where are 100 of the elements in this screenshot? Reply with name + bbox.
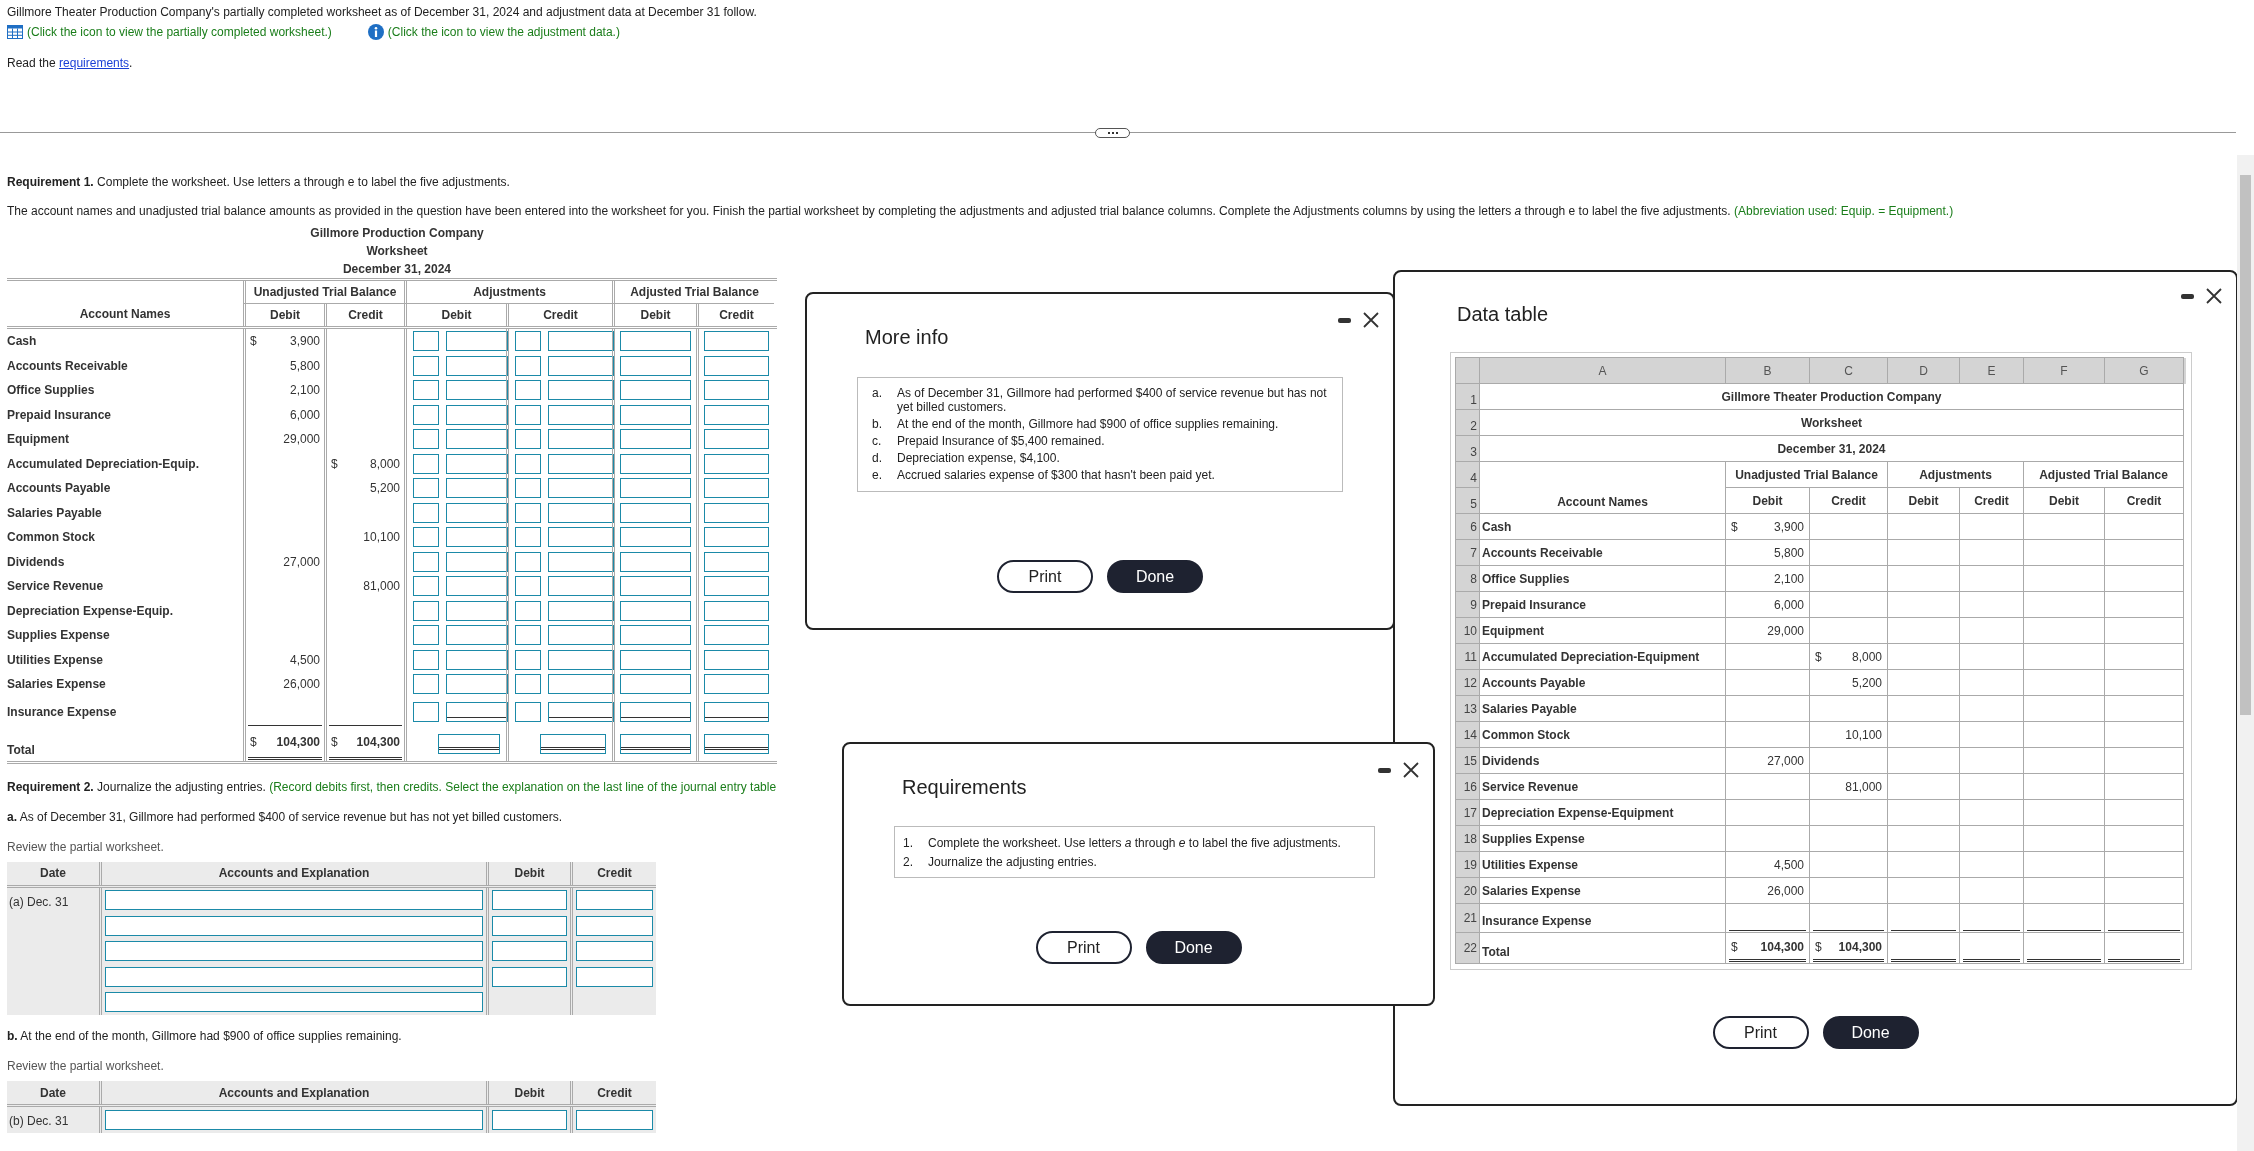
account-field[interactable] [105,966,483,987]
amount-field[interactable] [446,502,508,523]
amount-field[interactable] [446,331,508,352]
amount-field[interactable] [704,701,769,722]
amount-field[interactable] [704,600,769,621]
amount-field[interactable] [620,600,691,621]
letter-field[interactable] [515,649,541,670]
debit-field[interactable] [492,941,567,962]
letter-field[interactable] [515,331,541,352]
amount-field[interactable] [704,551,769,572]
amount-field[interactable] [446,625,508,646]
amount-field[interactable] [446,453,508,474]
amount-field[interactable] [446,674,508,695]
amount-field[interactable] [446,600,508,621]
letter-field[interactable] [515,380,541,401]
credit-field[interactable] [576,915,653,936]
amount-field[interactable] [548,701,614,722]
amount-field[interactable] [620,674,691,695]
letter-field[interactable] [515,453,541,474]
amount-field[interactable] [620,478,691,499]
letter-field[interactable] [413,331,439,352]
letter-field[interactable] [413,527,439,548]
letter-field[interactable] [515,625,541,646]
amount-field[interactable] [620,576,691,597]
amount-field[interactable] [548,429,614,450]
amount-field[interactable] [548,649,614,670]
amount-field[interactable] [548,576,614,597]
amount-field[interactable] [446,429,508,450]
print-button[interactable]: Print [1712,1016,1809,1049]
amount-field[interactable] [620,429,691,450]
letter-field[interactable] [413,551,439,572]
credit-field[interactable] [576,1109,653,1130]
amount-field[interactable] [704,355,769,376]
amount-field[interactable] [620,331,691,352]
account-field[interactable] [105,915,483,936]
credit-field[interactable] [576,941,653,962]
done-button[interactable]: Done [1822,1016,1919,1049]
amount-field[interactable] [704,478,769,499]
letter-field[interactable] [413,649,439,670]
amount-field[interactable] [548,404,614,425]
amount-field[interactable] [548,380,614,401]
amount-field[interactable] [704,502,769,523]
account-field[interactable] [105,941,483,962]
table-icon[interactable] [7,25,23,39]
amount-field[interactable] [620,527,691,548]
amount-field[interactable] [438,733,500,754]
letter-field[interactable] [515,576,541,597]
amount-field[interactable] [620,502,691,523]
close-icon[interactable] [1363,312,1379,328]
worksheet-link[interactable]: (Click the icon to view the partially completed worksheet.) [27,23,332,41]
amount-field[interactable] [548,502,614,523]
letter-field[interactable] [515,404,541,425]
explanation-field[interactable] [105,992,483,1013]
amount-field[interactable] [704,453,769,474]
amount-field[interactable] [620,551,691,572]
done-button[interactable]: Done [1107,560,1203,593]
amount-field[interactable] [620,625,691,646]
letter-field[interactable] [515,551,541,572]
letter-field[interactable] [413,453,439,474]
amount-field[interactable] [446,478,508,499]
credit-field[interactable] [576,890,653,911]
account-field[interactable] [105,1109,483,1130]
amount-field[interactable] [704,674,769,695]
letter-field[interactable] [515,429,541,450]
amount-field[interactable] [620,380,691,401]
amount-field[interactable] [540,733,606,754]
letter-field[interactable] [515,674,541,695]
info-icon[interactable] [367,24,384,40]
amount-field[interactable] [620,649,691,670]
letter-field[interactable] [515,701,541,722]
credit-field[interactable] [576,966,653,987]
amount-field[interactable] [548,355,614,376]
debit-field[interactable] [492,1109,567,1130]
amount-field[interactable] [704,576,769,597]
print-button[interactable]: Print [997,560,1093,593]
letter-field[interactable] [413,502,439,523]
minimize-icon[interactable] [2181,293,2194,299]
amount-field[interactable] [620,453,691,474]
amount-field[interactable] [548,478,614,499]
letter-field[interactable] [515,527,541,548]
divider-handle[interactable] [1095,128,1130,138]
amount-field[interactable] [704,649,769,670]
letter-field[interactable] [413,478,439,499]
amount-field[interactable] [704,733,769,754]
amount-field[interactable] [446,551,508,572]
done-button[interactable]: Done [1145,931,1242,964]
data-link[interactable]: (Click the icon to view the adjustment data.) [387,23,620,41]
letter-field[interactable] [413,701,439,722]
letter-field[interactable] [413,355,439,376]
amount-field[interactable] [446,649,508,670]
scrollbar[interactable] [2237,155,2254,1151]
minimize-icon[interactable] [1378,767,1391,773]
amount-field[interactable] [704,527,769,548]
amount-field[interactable] [704,404,769,425]
amount-field[interactable] [548,453,614,474]
letter-field[interactable] [413,625,439,646]
debit-field[interactable] [492,915,567,936]
amount-field[interactable] [620,355,691,376]
amount-field[interactable] [704,429,769,450]
amount-field[interactable] [548,600,614,621]
